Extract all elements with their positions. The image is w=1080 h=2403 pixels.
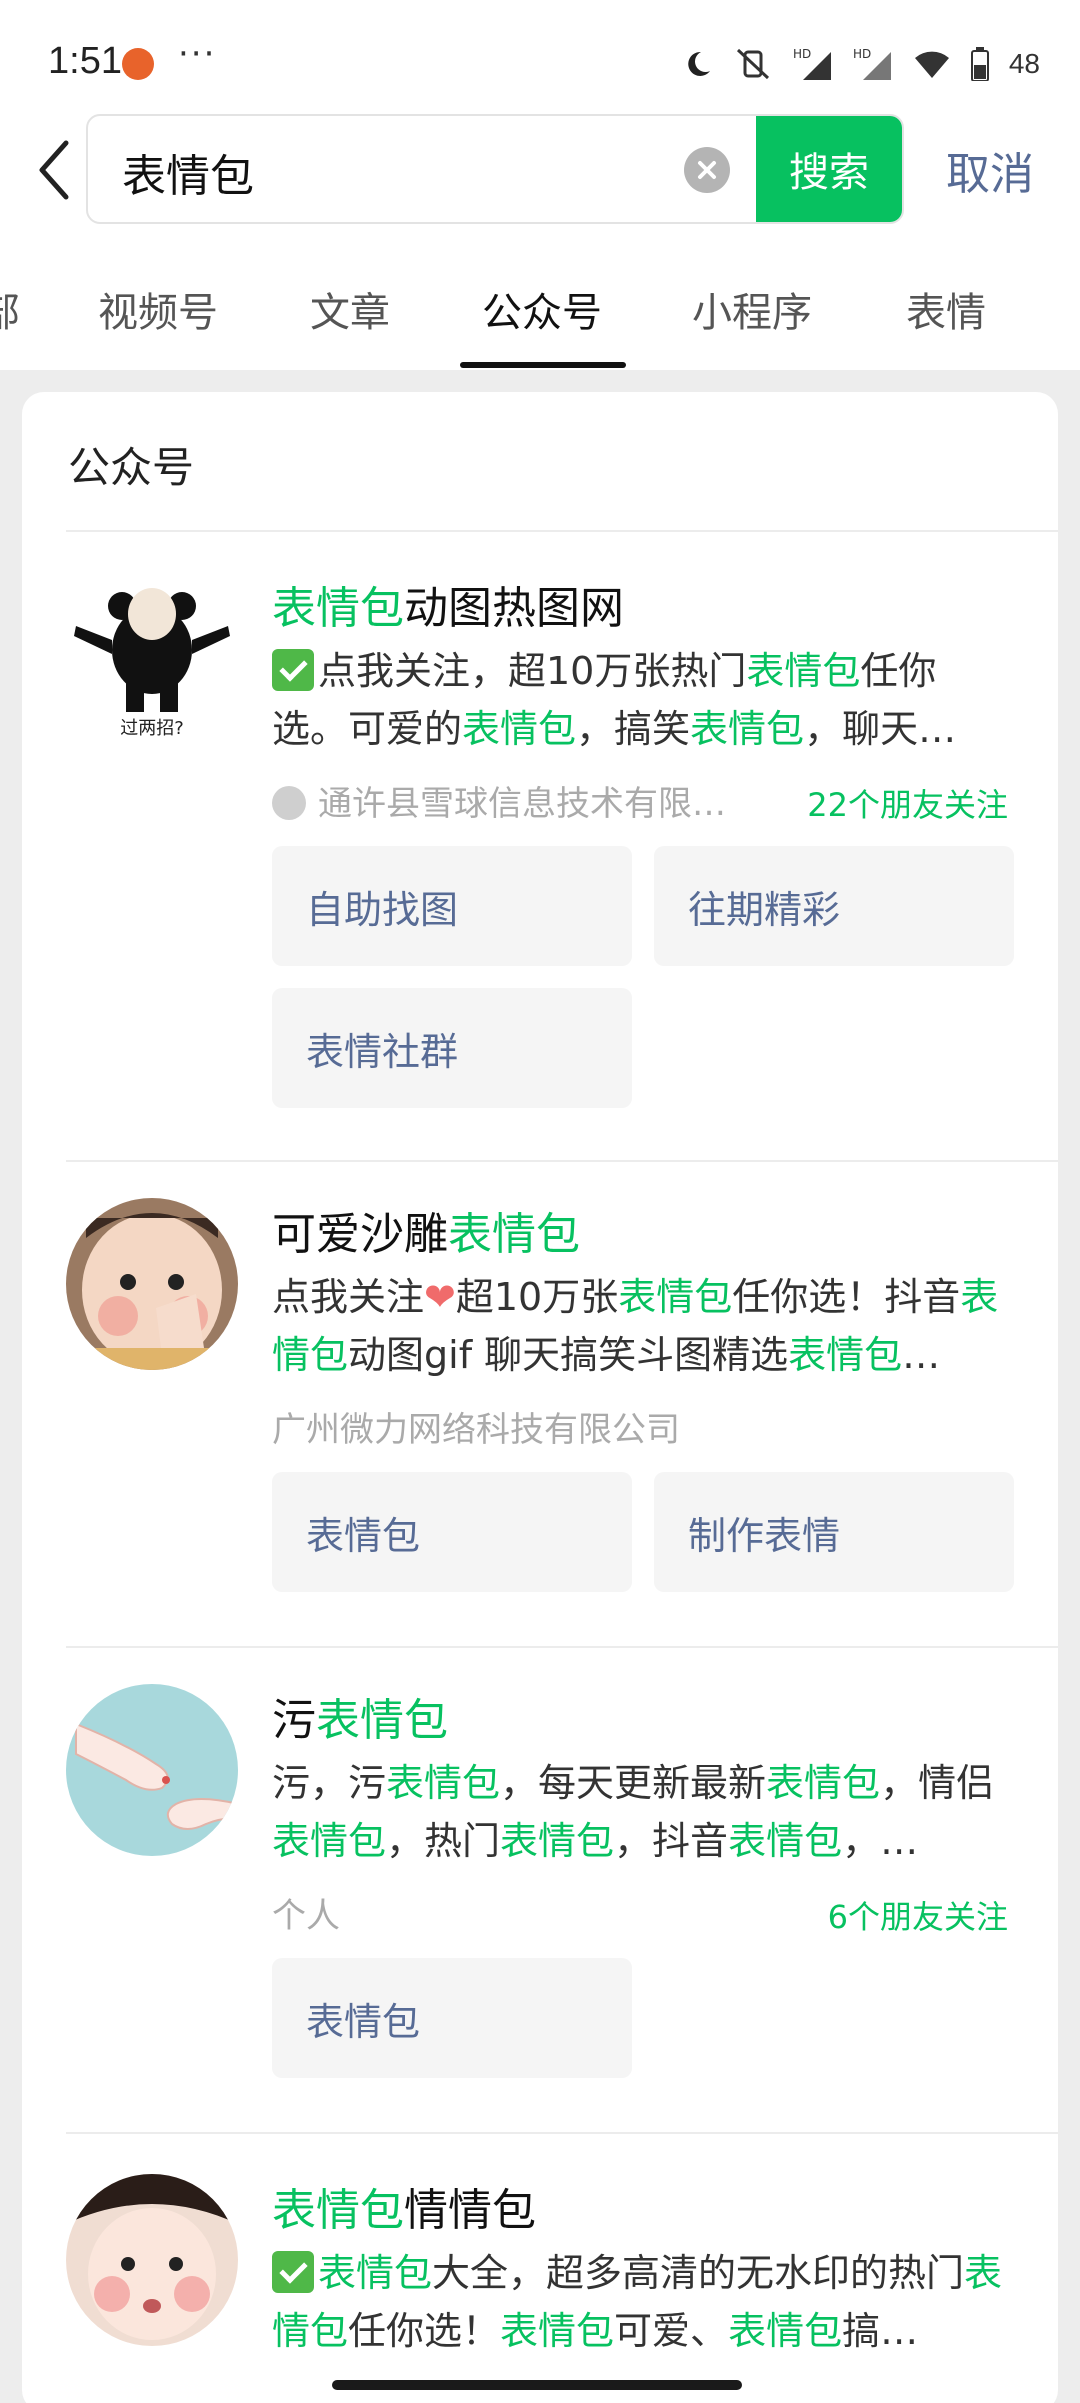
svg-text:HD: HD — [853, 47, 871, 61]
account-org: 通许县雪球信息技术有限… — [272, 776, 726, 825]
account-result[interactable]: 过两招? 表情包动图热图网 点我关注，超10万张热门表情包任你选。可爱的表情包，… — [22, 530, 1058, 1170]
check-icon — [272, 648, 314, 691]
tab-mini-programs[interactable]: 小程序 — [692, 280, 812, 338]
menu-stickers[interactable]: 表情包 — [272, 1958, 632, 2078]
moon-icon — [688, 51, 710, 76]
battery-level: 48 — [1008, 48, 1040, 79]
results-card: 公众号 过两招? 表情包动图热图网 点我关注，超10万张热门表情包任你选。可爱的… — [22, 392, 1058, 2403]
panda-meme-icon: 过两招? — [74, 588, 230, 739]
menu-past-highlights[interactable]: 往期精彩 — [654, 846, 1014, 966]
account-result[interactable]: 表情包情情包 表情包大全，超多高清的无水印的热门表情包任你选！表情包可爱、表情包… — [22, 2132, 1058, 2403]
friends-following: 6个朋友关注 — [827, 1898, 1008, 1936]
tab-official-accounts[interactable]: 公众号 — [482, 280, 602, 338]
category-tabs: 部 视频号 文章 公众号 小程序 表情 — [0, 270, 1080, 370]
account-description: 点我关注，超10万张热门表情包任你选。可爱的表情包，搞笑表情包，聊天… — [272, 648, 957, 751]
tab-articles[interactable]: 文章 — [310, 280, 390, 338]
status-time: 1:51 — [48, 40, 122, 82]
search-box[interactable]: 表情包 搜索 — [86, 114, 904, 224]
account-result[interactable]: 可爱沙雕表情包 点我关注❤超10万张表情包任你选！抖音表情包动图gif 聊天搞笑… — [22, 1160, 1058, 1646]
tab-channels[interactable]: 视频号 — [98, 280, 218, 338]
svg-text:HD: HD — [793, 47, 811, 61]
home-indicator[interactable] — [332, 2380, 742, 2390]
hd-signal-2-icon: HD — [853, 47, 891, 80]
hd-signal-icon: HD — [793, 47, 831, 80]
avatar-caption: 过两招? — [120, 718, 184, 739]
account-description: 表情包大全，超多高清的无水印的热门表情包任你选！表情包可爱、表情包搞… — [272, 2250, 1003, 2353]
vibrate-off-icon — [736, 48, 769, 80]
battery-icon — [970, 47, 989, 81]
friends-following: 22个朋友关注 — [807, 786, 1008, 824]
clear-search-icon[interactable] — [684, 147, 730, 193]
account-avatar — [66, 1198, 238, 1370]
status-bar: 1:51 ··· HD HD 48 — [0, 0, 1080, 120]
cancel-button[interactable]: 取消 — [946, 138, 1034, 202]
account-avatar — [66, 2174, 238, 2346]
tab-stickers[interactable]: 表情 — [906, 280, 986, 338]
back-arrow-icon[interactable] — [30, 135, 80, 205]
account-org: 广州微力网络科技有限公司 — [272, 1410, 680, 1450]
account-name[interactable]: 污表情包 — [272, 1684, 448, 1748]
hands-illustration-icon — [66, 1684, 238, 1856]
more-notifications-icon: ··· — [178, 34, 217, 74]
menu-sticker-community[interactable]: 表情社群 — [272, 988, 632, 1108]
account-name[interactable]: 可爱沙雕表情包 — [272, 1198, 580, 1262]
account-avatar: 过两招? — [66, 570, 238, 742]
check-icon — [272, 2250, 314, 2293]
notification-app-icon — [122, 48, 154, 80]
account-org: 个人 — [272, 1896, 340, 1936]
baby-face-icon — [66, 2174, 238, 2346]
section-title: 公众号 — [68, 443, 195, 492]
menu-make-stickers[interactable]: 制作表情 — [654, 1472, 1014, 1592]
account-description: 污，污表情包，每天更新最新表情包，情侣表情包，热门表情包，抖音表情包，… — [272, 1761, 995, 1863]
heart-icon: ❤ — [424, 1275, 456, 1319]
wifi-icon — [914, 51, 949, 78]
account-name[interactable]: 表情包动图热图网 — [272, 572, 624, 636]
search-input[interactable]: 表情包 — [122, 140, 254, 204]
account-description: 点我关注❤超10万张表情包任你选！抖音表情包动图gif 聊天搞笑斗图精选表情包… — [272, 1275, 999, 1377]
search-button[interactable]: 搜索 — [756, 116, 902, 222]
menu-stickers[interactable]: 表情包 — [272, 1472, 632, 1592]
account-result[interactable]: 污表情包 污，污表情包，每天更新最新表情包，情侣表情包，热门表情包，抖音表情包，… — [22, 1646, 1058, 2132]
account-avatar — [66, 1684, 238, 1856]
menu-self-search[interactable]: 自助找图 — [272, 846, 632, 966]
baby-photo-icon — [66, 1198, 238, 1370]
tab-all[interactable]: 部 — [0, 280, 20, 338]
account-name[interactable]: 表情包情情包 — [272, 2174, 536, 2238]
verified-icon — [272, 785, 306, 820]
status-icons: HD HD 48 — [681, 44, 1040, 84]
active-tab-indicator — [460, 362, 626, 368]
